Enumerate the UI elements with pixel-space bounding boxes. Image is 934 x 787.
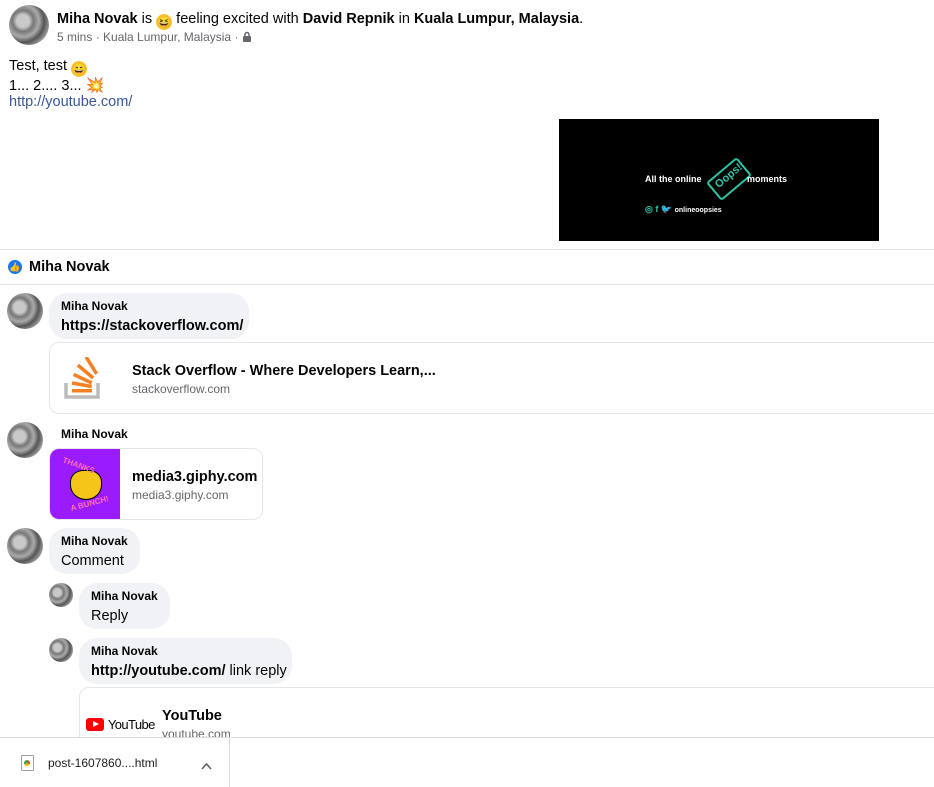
in-text: in: [398, 11, 410, 27]
like-reaction-icon[interactable]: 👍: [8, 260, 22, 274]
post-link[interactable]: http://youtube.com/: [9, 94, 132, 110]
reaction-name[interactable]: Miha Novak: [29, 259, 110, 275]
lock-icon[interactable]: [242, 31, 252, 42]
giphy-preview-card[interactable]: THANKS A BUNCH! media3.giphy.com media3.…: [49, 448, 263, 520]
is-text: is: [141, 11, 153, 27]
reply-bubble: Miha Novak http://youtube.com/ link repl…: [79, 638, 292, 684]
post-author-name[interactable]: Miha Novak: [57, 11, 138, 27]
meta-sep: ·: [234, 30, 239, 44]
feeling-text: feeling excited with: [176, 11, 299, 27]
social-icons: ◎ f 🐦 onlineoopsies: [645, 204, 722, 215]
comment-author[interactable]: Miha Novak: [61, 534, 128, 548]
video-thumbnail[interactable]: All the online Oops! moments ◎ f 🐦 onlin…: [559, 119, 879, 241]
grinning-emoji-icon: 😄: [71, 61, 88, 77]
video-thumb-text-left: All the online: [645, 174, 702, 184]
comment-author[interactable]: Miha Novak: [61, 299, 128, 313]
post-time[interactable]: 5 mins: [57, 30, 92, 44]
collision-emoji-icon: 💥: [85, 77, 105, 94]
post-author-avatar[interactable]: [9, 5, 49, 45]
link-preview-card[interactable]: Stack Overflow - Where Developers Learn,…: [49, 342, 934, 414]
post-place: Kuala Lumpur, Malaysia: [103, 30, 232, 44]
download-item[interactable]: post-1607860....html: [0, 738, 230, 787]
divider: [0, 284, 934, 285]
giphy-thumbnail: THANKS A BUNCH!: [50, 449, 120, 519]
meta-sep: ·: [95, 30, 100, 44]
instagram-icon: ◎: [645, 204, 653, 214]
link-preview-title[interactable]: Stack Overflow - Where Developers Learn,…: [132, 363, 436, 379]
comment-avatar[interactable]: [7, 528, 43, 564]
reply-bubble: Miha Novak Reply: [79, 583, 170, 629]
reply-link[interactable]: http://youtube.com/: [91, 663, 226, 679]
comment-link[interactable]: https://stackoverflow.com/: [61, 318, 243, 334]
stackoverflow-logo-icon: [64, 355, 102, 399]
comment-bubble: Miha Novak https://stackoverflow.com/: [49, 293, 249, 339]
period-text: .: [579, 11, 584, 27]
youtube-play-icon: [86, 718, 104, 731]
reply-text: Reply: [91, 608, 129, 624]
reply-content: http://youtube.com/ link reply: [91, 663, 287, 679]
feeling-excited-emoji-icon: 😆: [156, 14, 173, 30]
tagged-person[interactable]: David Repnik: [303, 11, 395, 27]
comment-bubble: Miha Novak Comment: [49, 528, 140, 574]
link-preview-domain: stackoverflow.com: [132, 382, 231, 396]
link-preview-title[interactable]: media3.giphy.com: [132, 469, 257, 485]
youtube-logo-text: YouTube: [107, 717, 155, 732]
reply-text: link reply: [229, 663, 287, 679]
comment-avatar[interactable]: [7, 422, 43, 458]
reply-avatar[interactable]: [49, 638, 73, 662]
location-link[interactable]: Kuala Lumpur, Malaysia: [414, 11, 579, 27]
video-thumb-handle: onlineoopsies: [674, 207, 722, 214]
reply-author[interactable]: Miha Novak: [91, 644, 158, 658]
html-file-icon: [21, 755, 34, 771]
chevron-up-icon[interactable]: [201, 757, 212, 773]
comment-author[interactable]: Miha Novak: [61, 427, 128, 441]
download-filename[interactable]: post-1607860....html: [48, 756, 157, 770]
post-header: Miha Novak is 😆 feeling excited with Dav…: [57, 11, 583, 30]
divider: [0, 249, 934, 250]
banana-icon: [70, 470, 102, 500]
reply-author[interactable]: Miha Novak: [91, 589, 158, 603]
post-line-2: 1... 2.... 3... 💥: [9, 76, 104, 94]
twitter-icon: 🐦: [660, 204, 673, 214]
post-line-1: Test, test 😄: [9, 58, 88, 77]
link-preview-domain: media3.giphy.com: [132, 488, 229, 502]
comment-avatar[interactable]: [7, 293, 43, 329]
download-bar: post-1607860....html: [0, 737, 934, 787]
comment-text: Comment: [61, 553, 124, 569]
post-meta: 5 mins · Kuala Lumpur, Malaysia ·: [57, 30, 252, 44]
post-line-1-text: Test, test: [9, 58, 68, 74]
youtube-logo-icon: YouTube: [86, 716, 155, 732]
video-thumb-text-right: moments: [747, 174, 788, 184]
post-line-2-text: 1... 2.... 3...: [9, 78, 82, 94]
reply-avatar[interactable]: [49, 583, 73, 607]
facebook-icon: f: [655, 204, 659, 214]
link-preview-title[interactable]: YouTube: [162, 708, 222, 724]
